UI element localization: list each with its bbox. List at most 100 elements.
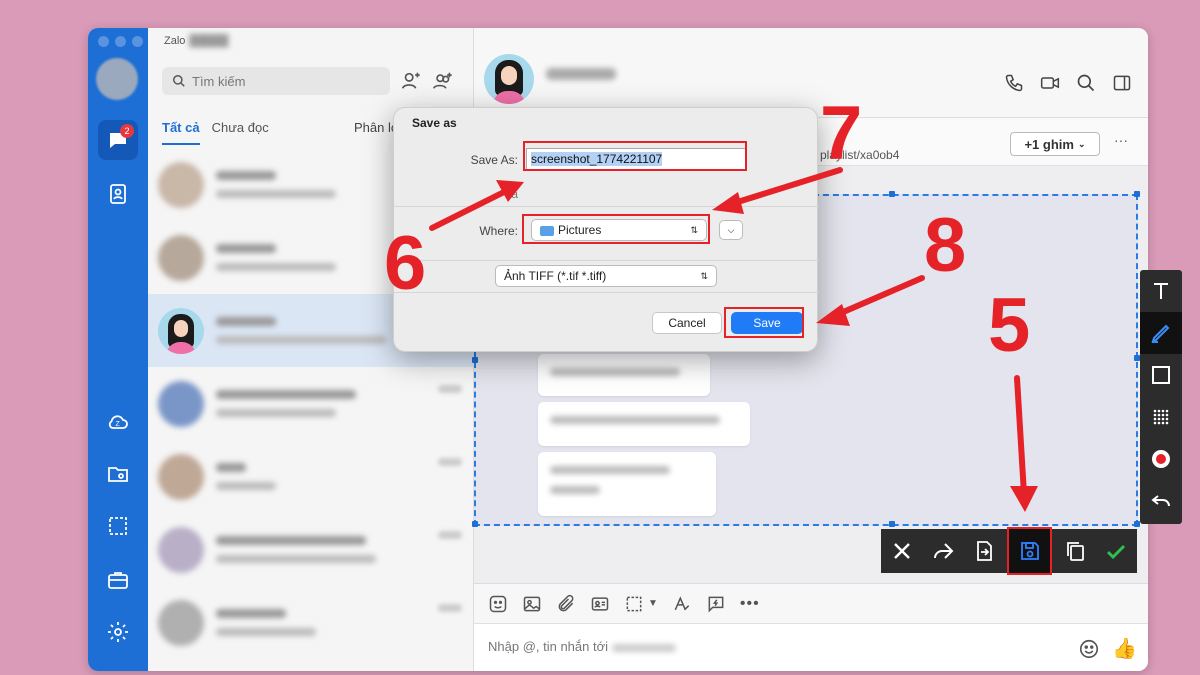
gear-icon [108, 622, 128, 642]
contact-avatar[interactable] [484, 54, 534, 104]
selection-handle[interactable] [889, 191, 895, 197]
more-options[interactable]: ··· [1114, 132, 1128, 148]
list-item[interactable] [148, 440, 474, 513]
image-icon[interactable] [522, 594, 542, 614]
list-item[interactable] [148, 367, 474, 440]
where-label: Where: [479, 224, 518, 238]
tab-unread[interactable]: Chưa đọc [212, 120, 269, 145]
close-icon [893, 543, 910, 559]
window-title: Zalo █████ [164, 35, 228, 47]
copy-capture-button[interactable] [1054, 529, 1095, 573]
sidebar-toggle-icon[interactable] [1112, 73, 1132, 93]
tab-all[interactable]: Tất cả [162, 120, 200, 145]
divider [394, 260, 819, 261]
settings-nav-button[interactable] [98, 612, 138, 652]
video-call-icon[interactable] [1040, 73, 1060, 93]
step-8-label: 8 [924, 203, 967, 288]
cancel-button[interactable]: Cancel [652, 312, 722, 334]
mosaic-icon [1153, 409, 1169, 425]
send-to-chat-button[interactable] [964, 529, 1005, 573]
screenshot-icon[interactable] [624, 594, 644, 614]
message-composer[interactable]: Nhập @, tin nhắn tới 👍 [474, 623, 1148, 671]
tags-label: Ta [505, 187, 518, 201]
format-text-icon[interactable] [672, 594, 692, 614]
mosaic-tool-button[interactable] [1140, 396, 1182, 438]
avatar [158, 161, 204, 208]
avatar [158, 380, 204, 427]
composer-placeholder: Nhập @, tin nhắn tới [488, 639, 677, 654]
composer-toolbar: ▼ ••• [474, 583, 1148, 623]
avatar [158, 307, 204, 354]
briefcase-icon [108, 572, 128, 589]
selection-handle[interactable] [1134, 191, 1140, 197]
more-options-icon[interactable]: ••• [740, 595, 760, 613]
rectangle-tool-button[interactable] [1140, 354, 1182, 396]
expand-dialog-button[interactable]: ⌵ [719, 220, 743, 240]
divider [394, 292, 819, 293]
left-rail: 2 Z [88, 28, 148, 671]
color-dot-icon [1152, 450, 1170, 468]
color-picker-button[interactable] [1140, 438, 1182, 480]
add-friend-icon[interactable] [400, 70, 422, 92]
capture-action-toolbar [881, 527, 1137, 575]
contact-card-icon[interactable] [590, 594, 610, 614]
minimize-window-button[interactable] [115, 36, 126, 47]
dialog-title: Save as [412, 116, 457, 130]
highlight-filename [523, 141, 747, 171]
files-nav-button[interactable] [98, 454, 138, 494]
thumbs-up-icon[interactable]: 👍 [1112, 636, 1137, 661]
pen-tool-button[interactable] [1140, 312, 1182, 354]
chat-header-actions [1004, 73, 1132, 93]
save-capture-button[interactable] [1007, 527, 1053, 575]
capture-icon [109, 517, 127, 535]
pinned-count-button[interactable]: +1 ghim ⌄ [1010, 132, 1100, 156]
chevron-down-icon: ⌄ [1077, 138, 1086, 149]
search-icon[interactable] [1076, 73, 1096, 93]
cancel-capture-button[interactable] [881, 529, 922, 573]
cloud-nav-button[interactable]: Z [98, 402, 138, 442]
format-value: Ảnh TIFF (*.tif *.tiff) [504, 269, 607, 283]
format-select[interactable]: Ảnh TIFF (*.tif *.tiff) ⇅ [495, 265, 717, 287]
contacts-nav-button[interactable] [98, 174, 138, 214]
copy-icon [1067, 542, 1084, 561]
selection-handle[interactable] [889, 521, 895, 527]
close-window-button[interactable] [98, 36, 109, 47]
sticker-icon[interactable] [488, 594, 508, 614]
list-item[interactable] [148, 586, 474, 659]
rectangle-icon [1152, 366, 1170, 384]
user-avatar[interactable] [96, 58, 138, 100]
app-name: Zalo [164, 35, 186, 47]
create-group-icon[interactable] [432, 70, 454, 92]
pinned-count-label: +1 ghim [1024, 136, 1074, 152]
share-arrow-icon [934, 543, 954, 559]
undo-button[interactable] [1140, 480, 1182, 522]
avatar [158, 234, 204, 281]
messages-nav-button[interactable]: 2 [98, 120, 138, 160]
chevron-down-icon[interactable]: ▼ [648, 598, 658, 609]
selection-handle[interactable] [472, 357, 478, 363]
avatar [158, 526, 204, 573]
step-5-label: 5 [988, 283, 1031, 368]
confirm-capture-button[interactable] [1096, 529, 1137, 573]
chevron-down-icon: ⌵ [727, 224, 735, 235]
text-tool-button[interactable] [1140, 270, 1182, 312]
message-bubble [538, 402, 750, 446]
highlight-save-button [724, 307, 804, 338]
svg-text:Z: Z [116, 421, 121, 428]
toolbox-nav-button[interactable] [98, 560, 138, 600]
pen-icon [1151, 324, 1170, 343]
search-input[interactable]: Tìm kiếm [162, 67, 390, 95]
chat-header [474, 28, 1148, 118]
classify-filter[interactable]: Phân lo [354, 120, 398, 135]
quick-message-icon[interactable] [706, 594, 726, 614]
list-item[interactable] [148, 513, 474, 586]
emoji-icon[interactable] [1078, 638, 1100, 660]
selection-handle[interactable] [472, 521, 478, 527]
step-6-label: 6 [384, 221, 427, 306]
forward-button[interactable] [922, 529, 963, 573]
screenshot-nav-button[interactable] [98, 506, 138, 546]
zoom-window-button[interactable] [132, 36, 143, 47]
phone-icon[interactable] [1004, 73, 1024, 93]
attachment-icon[interactable] [556, 594, 576, 614]
search-icon [173, 75, 185, 87]
